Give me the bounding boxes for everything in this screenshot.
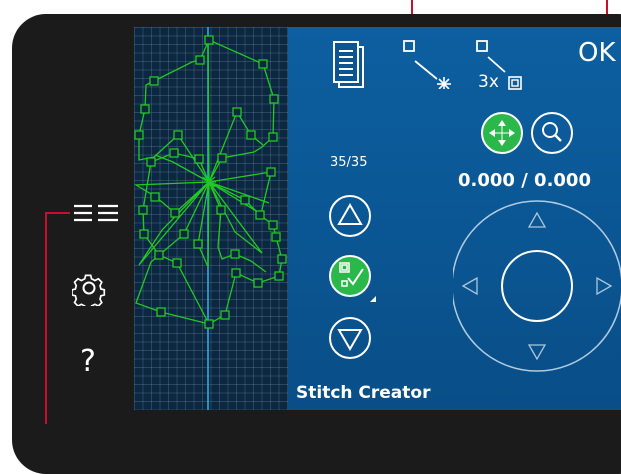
- ok-button[interactable]: OK: [578, 38, 616, 68]
- magnifier-icon: [531, 112, 573, 154]
- triple-stitch-button[interactable]: 3x: [475, 40, 533, 94]
- stitch-counter: 35/35: [330, 155, 368, 170]
- screen: 3x OK 35/35 0.000 / 0.000 Stitch Creator: [134, 27, 621, 410]
- direction-wheel[interactable]: [451, 191, 621, 381]
- move-button[interactable]: [480, 111, 524, 155]
- coordinates-readout: 0.000 / 0.000: [458, 170, 591, 191]
- help-button[interactable]: ?: [80, 342, 110, 382]
- stitch-grid-canvas[interactable]: [134, 27, 288, 410]
- zoom-button[interactable]: [530, 111, 574, 155]
- document-icon: [333, 41, 364, 88]
- step-down-button[interactable]: [328, 316, 372, 360]
- document-button[interactable]: [332, 41, 366, 89]
- select-point-button[interactable]: [402, 39, 452, 90]
- callout-line-menu: [45, 212, 47, 424]
- triple-stitch-label: 3x: [478, 72, 499, 92]
- triangle-down-icon: [329, 317, 371, 359]
- move-arrows-icon: [481, 112, 523, 154]
- menu-list-button[interactable]: [72, 201, 124, 229]
- stitch-pattern: [134, 27, 287, 410]
- control-panel: 3x OK 35/35 0.000 / 0.000 Stitch Creator: [288, 27, 621, 410]
- step-up-button[interactable]: [328, 194, 372, 238]
- app-title: Stitch Creator: [296, 383, 431, 403]
- select-point-icon: [403, 40, 451, 90]
- select-button[interactable]: [328, 254, 378, 304]
- direction-wheel-icon: [451, 200, 621, 372]
- gear-icon: [71, 274, 106, 311]
- help-label: ?: [80, 344, 96, 379]
- callout-line-menu-horizontal: [45, 212, 70, 214]
- hamburger-list-icon: [74, 204, 118, 222]
- settings-button[interactable]: [71, 272, 106, 311]
- check-select-icon: [329, 255, 376, 302]
- triangle-up-icon: [329, 195, 371, 237]
